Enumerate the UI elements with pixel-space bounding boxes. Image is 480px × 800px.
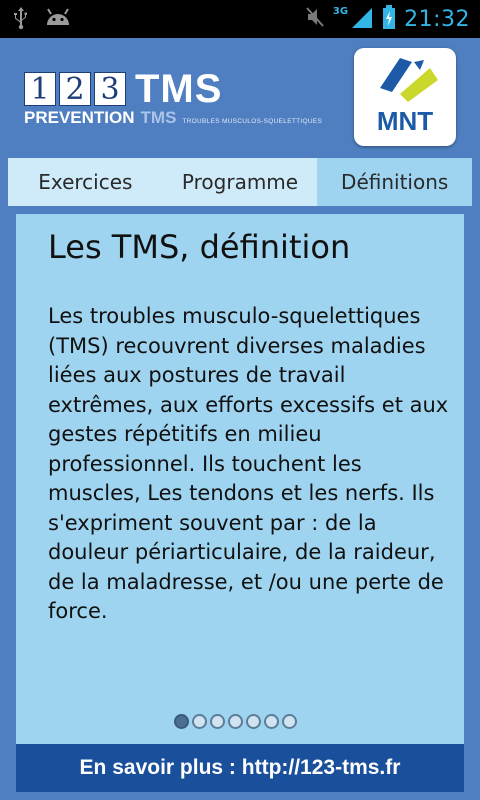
network-type: 3G xyxy=(332,5,349,17)
page-dot[interactable] xyxy=(246,714,261,729)
page-indicator xyxy=(174,714,297,729)
more-info-link[interactable]: En savoir plus : http://123-tms.fr xyxy=(16,744,464,792)
usb-icon xyxy=(12,6,30,34)
tab-programme[interactable]: Programme xyxy=(163,158,318,206)
logo-prevention: PREVENTION xyxy=(24,108,135,127)
partner-logo: MNT xyxy=(354,48,456,146)
app-logo: 1 2 3 TMS PREVENTION TMS TROUBLES MUSCUL… xyxy=(24,67,354,132)
more-info-link-label: En savoir plus : http://123-tms.fr xyxy=(79,756,401,779)
app-header: 1 2 3 TMS PREVENTION TMS TROUBLES MUSCUL… xyxy=(0,38,480,156)
logo-digit-3: 3 xyxy=(94,72,126,107)
tab-exercices[interactable]: Exercices xyxy=(8,158,163,206)
tab-bar: Exercices Programme Définitions xyxy=(8,158,473,206)
definition-panel[interactable]: Les TMS, définition Les troubles musculo… xyxy=(16,214,464,744)
logo-word: TMS xyxy=(135,67,223,111)
page-dot[interactable] xyxy=(228,714,243,729)
signal-icon xyxy=(350,4,374,34)
partner-logo-text: MNT xyxy=(376,106,434,136)
definition-text: Les troubles musculo-squelettiques (TMS)… xyxy=(48,304,449,623)
page-dot[interactable] xyxy=(264,714,279,729)
logo-tms-small: TMS xyxy=(140,108,177,127)
page-dot[interactable] xyxy=(192,714,207,729)
status-bar: 3G 21:32 xyxy=(0,0,480,38)
clock: 21:32 xyxy=(404,6,470,32)
page-dot[interactable] xyxy=(174,714,189,729)
android-icon xyxy=(44,7,72,33)
page-dot[interactable] xyxy=(282,714,297,729)
page-dot[interactable] xyxy=(210,714,225,729)
page-title: Les TMS, définition xyxy=(48,228,351,266)
logo-digit-1: 1 xyxy=(24,72,56,107)
logo-tagline: TROUBLES MUSCULOS-SQUELETTIQUES xyxy=(182,118,323,125)
mute-icon xyxy=(305,5,325,33)
tab-definitions[interactable]: Définitions xyxy=(317,158,473,206)
logo-digit-2: 2 xyxy=(59,72,91,107)
battery-charging-icon xyxy=(382,4,396,34)
